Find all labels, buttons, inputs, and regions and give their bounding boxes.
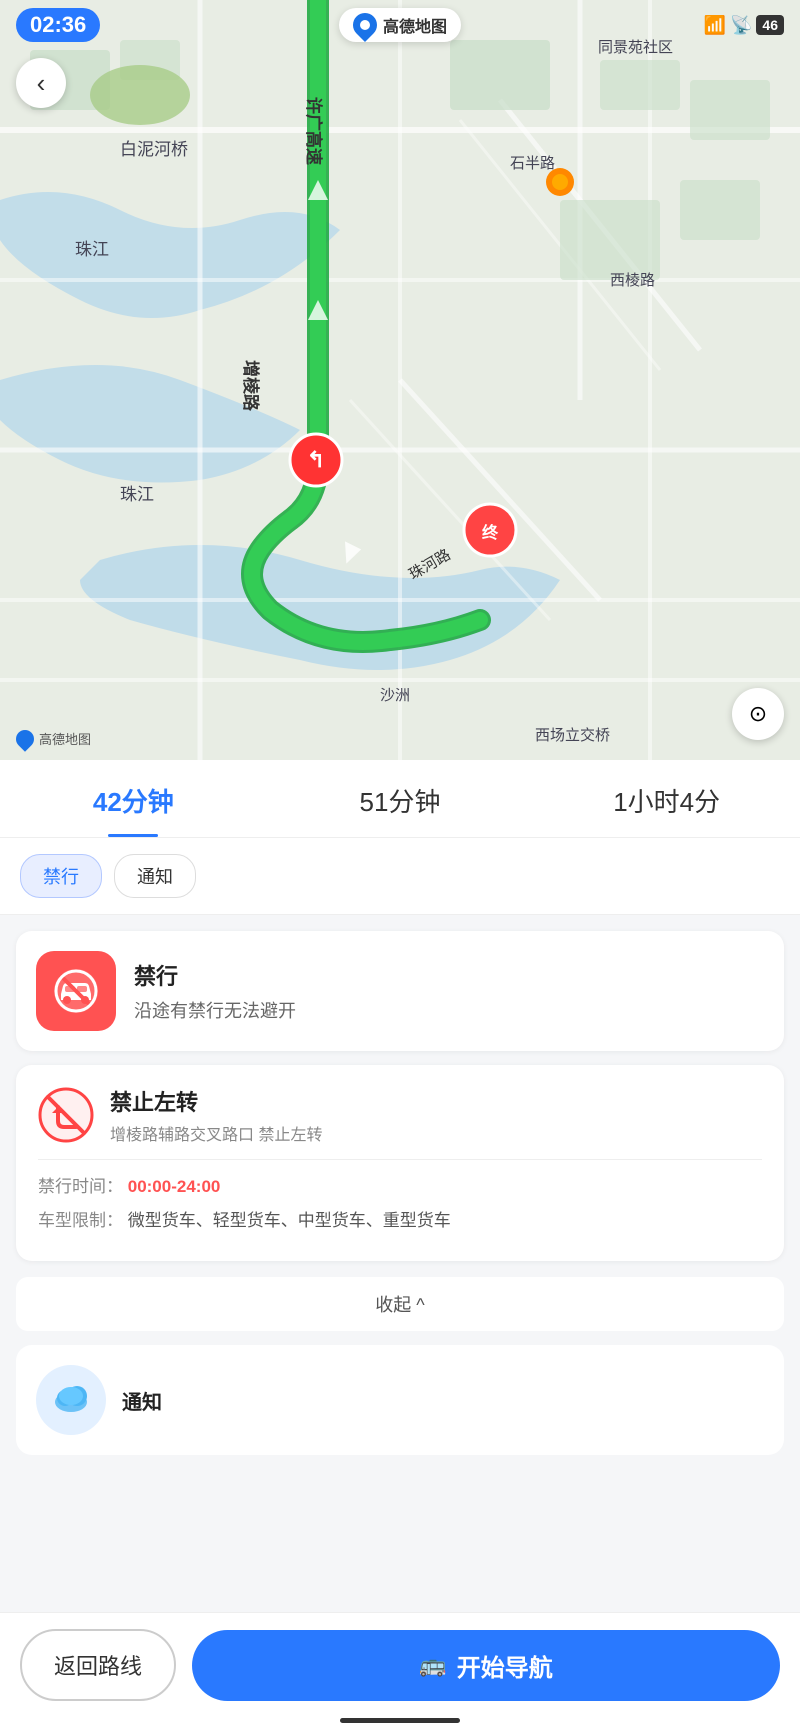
no-car-icon xyxy=(51,966,101,1016)
filter-tab-restriction[interactable]: 禁行 xyxy=(20,854,102,898)
detail-subtitle: 增棱路辅路交叉路口 禁止左转 xyxy=(110,1121,322,1145)
restriction-text: 禁行 沿途有禁行无法避开 xyxy=(134,959,296,1023)
location-button[interactable]: ⊙ xyxy=(732,688,784,740)
location-icon: ⊙ xyxy=(749,701,767,727)
status-time: 02:36 xyxy=(16,8,100,42)
action-bar: 返回路线 🚌 开始导航 xyxy=(0,1612,800,1731)
restriction-icon-box xyxy=(36,951,116,1031)
signal-icon: 📶 xyxy=(704,15,726,36)
restriction-description: 沿途有禁行无法避开 xyxy=(134,997,296,1023)
watermark-icon xyxy=(12,726,37,751)
svg-text:西场立交桥: 西场立交桥 xyxy=(535,726,610,744)
no-left-turn-icon xyxy=(38,1087,94,1143)
status-right: 📶 📡 46 xyxy=(704,15,784,36)
svg-text:↰: ↰ xyxy=(307,447,325,472)
svg-text:终: 终 xyxy=(482,523,499,542)
start-navigate-button[interactable]: 🚌 开始导航 xyxy=(192,1630,780,1701)
restriction-title: 禁行 xyxy=(134,959,296,991)
back-button[interactable]: ‹ xyxy=(16,58,66,108)
restriction-time-row: 禁行时间： 00:00-24:00 xyxy=(38,1174,762,1200)
status-icons: 📶 📡 46 xyxy=(704,15,784,36)
notice-title: 通知 xyxy=(122,1386,162,1415)
svg-text:石半路: 石半路 xyxy=(510,155,555,172)
route-tab-64[interactable]: 1小时4分 xyxy=(533,760,800,837)
svg-text:珠江: 珠江 xyxy=(75,240,109,259)
filter-tab-notice[interactable]: 通知 xyxy=(114,854,196,898)
svg-text:珠江: 珠江 xyxy=(120,485,154,504)
home-indicator xyxy=(340,1718,460,1723)
restriction-summary-card: 禁行 沿途有禁行无法避开 xyxy=(16,931,784,1051)
detail-title: 禁止左转 xyxy=(110,1085,322,1117)
back-icon: ‹ xyxy=(37,68,46,99)
watermark-text: 高德地图 xyxy=(39,729,91,748)
vehicle-label: 车型限制： xyxy=(38,1211,123,1230)
notice-svg-icon xyxy=(51,1380,91,1420)
notice-preview-card[interactable]: 通知 xyxy=(16,1345,784,1455)
route-tab-51[interactable]: 51分钟 xyxy=(267,760,534,837)
detail-card-header: 禁止左转 增棱路辅路交叉路口 禁止左转 xyxy=(38,1085,762,1145)
notice-icon xyxy=(36,1365,106,1435)
route-tabs: 42分钟 51分钟 1小时4分 xyxy=(0,760,800,838)
detail-title-area: 禁止左转 增棱路辅路交叉路口 禁止左转 xyxy=(110,1085,322,1145)
time-value: 00:00-24:00 xyxy=(128,1177,221,1196)
time-label: 禁行时间： xyxy=(38,1177,123,1196)
battery-badge: 46 xyxy=(756,15,784,35)
svg-text:西棱路: 西棱路 xyxy=(610,272,655,289)
amap-logo-top: 高德地图 xyxy=(339,8,461,42)
detail-divider xyxy=(38,1159,762,1160)
vehicle-value: 微型货车、轻型货车、中型货车、重型货车 xyxy=(128,1211,451,1230)
map-container[interactable]: ↰ 终 白泥河桥 珠江 珠江 增棱路 许广高速 同景苑社区 石半路 西棱路 西场… xyxy=(0,0,800,760)
collapse-label: 收起 ^ xyxy=(375,1295,424,1315)
no-left-turn-card: 禁止左转 增棱路辅路交叉路口 禁止左转 禁行时间： 00:00-24:00 车型… xyxy=(16,1065,784,1261)
svg-text:白泥河桥: 白泥河桥 xyxy=(120,140,188,159)
collapse-button[interactable]: 收起 ^ xyxy=(16,1277,784,1331)
filter-tabs: 禁行 通知 xyxy=(0,838,800,915)
svg-text:沙洲: 沙洲 xyxy=(380,687,410,704)
vehicle-row: 车型限制： 微型货车、轻型货车、中型货车、重型货车 xyxy=(38,1208,762,1234)
navigate-icon: 🚌 xyxy=(419,1652,446,1678)
route-tab-42[interactable]: 42分钟 xyxy=(0,760,267,837)
wifi-icon: 📡 xyxy=(730,15,752,36)
amap-logo-text: 高德地图 xyxy=(383,13,447,37)
return-route-button[interactable]: 返回路线 xyxy=(20,1629,176,1701)
amap-watermark: 高德地图 xyxy=(16,729,91,748)
svg-text:增棱路: 增棱路 xyxy=(241,360,261,412)
cards-area: 禁行 沿途有禁行无法避开 禁止左转 增棱路辅路交叉路口 禁止左转 xyxy=(0,915,800,1277)
navigate-label: 开始导航 xyxy=(457,1648,553,1683)
bottom-panel: 42分钟 51分钟 1小时4分 禁行 通知 xyxy=(0,760,800,1731)
svg-text:许广高速: 许广高速 xyxy=(304,97,324,165)
amap-logo-icon xyxy=(348,8,382,42)
